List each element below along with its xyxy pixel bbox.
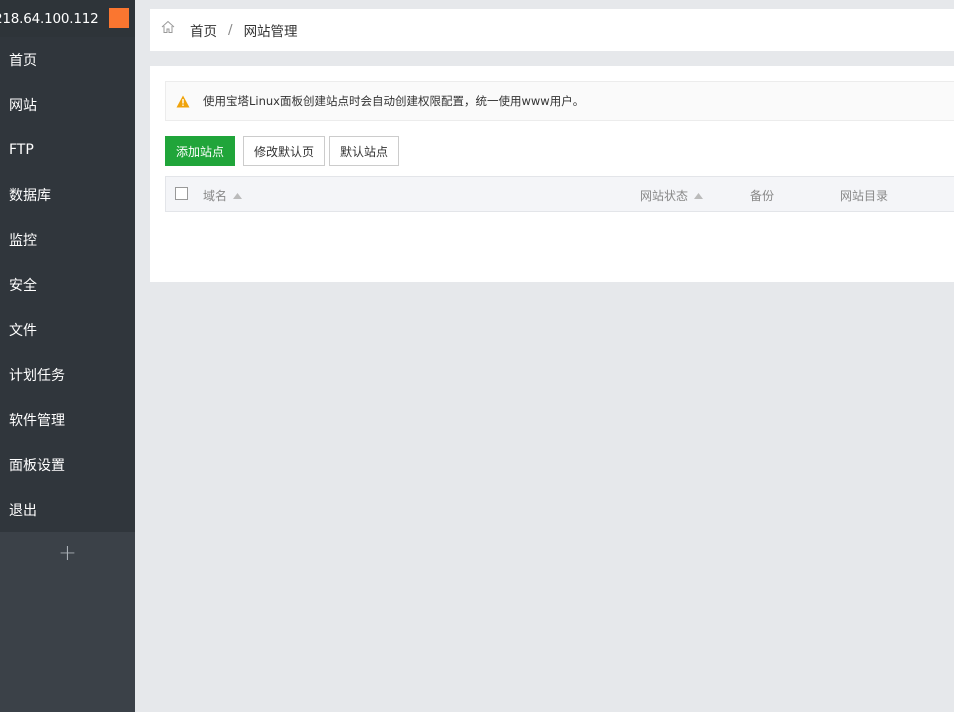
sidebar-item-home[interactable]: 首页	[0, 37, 135, 82]
sidebar-item-files[interactable]: 文件	[0, 307, 135, 352]
column-site-directory: 网站目录	[840, 187, 888, 204]
toolbar: 添加站点 修改默认页 默认站点	[165, 136, 403, 166]
plus-icon: +	[58, 540, 77, 566]
add-site-button[interactable]: 添加站点	[165, 136, 236, 166]
add-shortcut-button[interactable]: +	[0, 532, 135, 574]
sort-up-icon	[233, 192, 243, 199]
column-backup: 备份	[750, 187, 774, 204]
sidebar-item-label: 计划任务	[9, 367, 65, 384]
server-status-badge[interactable]	[109, 8, 129, 28]
sidebar-item-label: 监控	[9, 232, 37, 249]
sidebar-item-logout[interactable]: 退出	[0, 487, 135, 532]
alert-text: 使用宝塔Linux面板创建站点时会自动创建权限配置，统一使用www用户。	[203, 94, 585, 108]
breadcrumb: 首页 / 网站管理	[150, 9, 954, 51]
server-ip: 218.64.100.112	[0, 10, 99, 27]
sidebar-item-website[interactable]: 网站	[0, 82, 135, 127]
sidebar-item-label: 退出	[9, 502, 37, 519]
column-label: 备份	[750, 189, 775, 203]
sidebar-item-label: 面板设置	[9, 457, 65, 474]
sidebar-item-cron[interactable]: 计划任务	[0, 352, 135, 397]
sidebar-item-label: FTP	[9, 141, 34, 158]
warning-icon	[176, 95, 190, 107]
sidebar-item-ftp[interactable]: FTP	[0, 127, 135, 172]
breadcrumb-current: 网站管理	[243, 24, 298, 40]
breadcrumb-separator: /	[228, 22, 233, 38]
sidebar-item-label: 文件	[9, 322, 37, 339]
sidebar-item-software[interactable]: 软件管理	[0, 397, 135, 442]
column-label: 网站状态	[640, 189, 689, 203]
column-label: 域名	[203, 189, 228, 203]
breadcrumb-home-link[interactable]: 首页	[190, 20, 217, 40]
column-domain[interactable]: 域名	[203, 187, 243, 204]
column-site-status[interactable]: 网站状态	[640, 187, 704, 204]
sidebar-item-monitor[interactable]: 监控	[0, 217, 135, 262]
sidebar-item-database[interactable]: 数据库	[0, 172, 135, 217]
sidebar-item-label: 首页	[9, 52, 37, 69]
edit-default-page-button[interactable]: 修改默认页	[243, 136, 326, 166]
sort-up-icon	[694, 192, 704, 199]
sidebar-item-label: 网站	[9, 97, 37, 114]
select-all-checkbox[interactable]	[175, 187, 188, 200]
info-alert: 使用宝塔Linux面板创建站点时会自动创建权限配置，统一使用www用户。	[165, 81, 954, 121]
sidebar-item-settings[interactable]: 面板设置	[0, 442, 135, 487]
sidebar-item-label: 安全	[9, 277, 37, 294]
site-table-header: 域名 网站状态 备份 网站目录	[165, 176, 954, 212]
sidebar-header: 218.64.100.112	[0, 0, 135, 37]
sidebar-item-security[interactable]: 安全	[0, 262, 135, 307]
column-label: 网站目录	[840, 189, 889, 203]
sidebar-nav: 首页 网站 FTP 数据库 监控 安全 文件 计划任务 软件管理 面板设置 退出	[0, 37, 135, 532]
sidebar-item-label: 数据库	[9, 187, 51, 204]
sidebar: 218.64.100.112 首页 网站 FTP 数据库 监控 安全 文件 计划…	[0, 0, 135, 712]
sidebar-item-label: 软件管理	[9, 412, 65, 429]
site-management-panel: 使用宝塔Linux面板创建站点时会自动创建权限配置，统一使用www用户。 添加站…	[150, 66, 954, 282]
default-site-button[interactable]: 默认站点	[329, 136, 400, 166]
home-icon[interactable]	[161, 20, 175, 34]
